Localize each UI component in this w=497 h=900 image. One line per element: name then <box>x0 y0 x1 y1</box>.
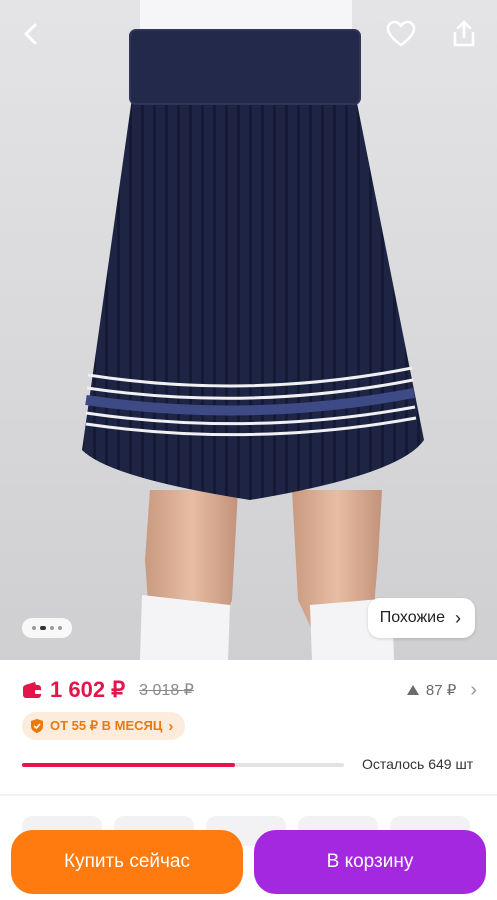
wallet-icon <box>23 682 41 698</box>
similar-label: Похожие <box>379 609 445 626</box>
similar-button[interactable]: Похожие › <box>367 598 475 638</box>
gallery-pagination <box>22 618 72 638</box>
section-divider <box>0 794 497 796</box>
stock-progress <box>22 763 344 767</box>
installment-badge[interactable]: ОТ 55 ₽ В МЕСЯЦ › <box>22 712 186 740</box>
old-price: 3 018 ₽ <box>139 682 194 699</box>
pagination-dot <box>50 626 54 630</box>
price-trend[interactable]: 87 ₽ › <box>406 679 477 702</box>
shield-icon <box>31 719 43 733</box>
buy-now-button[interactable]: Купить сейчас <box>11 830 243 894</box>
product-image <box>0 0 497 660</box>
share-button[interactable] <box>444 14 484 54</box>
price-trend-icon <box>406 685 419 695</box>
back-arrow-icon <box>24 23 37 45</box>
installment-label: ОТ 55 ₽ В МЕСЯЦ <box>50 718 163 733</box>
share-icon <box>453 20 475 47</box>
back-button[interactable] <box>12 14 52 54</box>
product-gallery[interactable]: Похожие › <box>0 0 497 660</box>
add-to-cart-button[interactable]: В корзину <box>254 830 486 894</box>
stock-progress-fill <box>22 763 235 767</box>
current-price: 1 602 ₽ <box>50 677 126 702</box>
pagination-dot-active <box>40 626 46 630</box>
pagination-dot <box>58 626 62 630</box>
heart-icon <box>386 20 416 47</box>
chevron-right-icon: › <box>470 678 477 701</box>
favorite-button[interactable] <box>381 14 421 54</box>
price-row: 1 602 ₽ 3 018 ₽ 87 ₽ › <box>22 676 477 704</box>
chevron-right-icon: › <box>455 607 461 628</box>
chevron-right-icon: › <box>168 717 174 735</box>
pagination-dot <box>32 626 36 630</box>
price-trend-value: 87 ₽ <box>425 682 457 699</box>
stock-label: Осталось 649 шт <box>362 756 474 772</box>
